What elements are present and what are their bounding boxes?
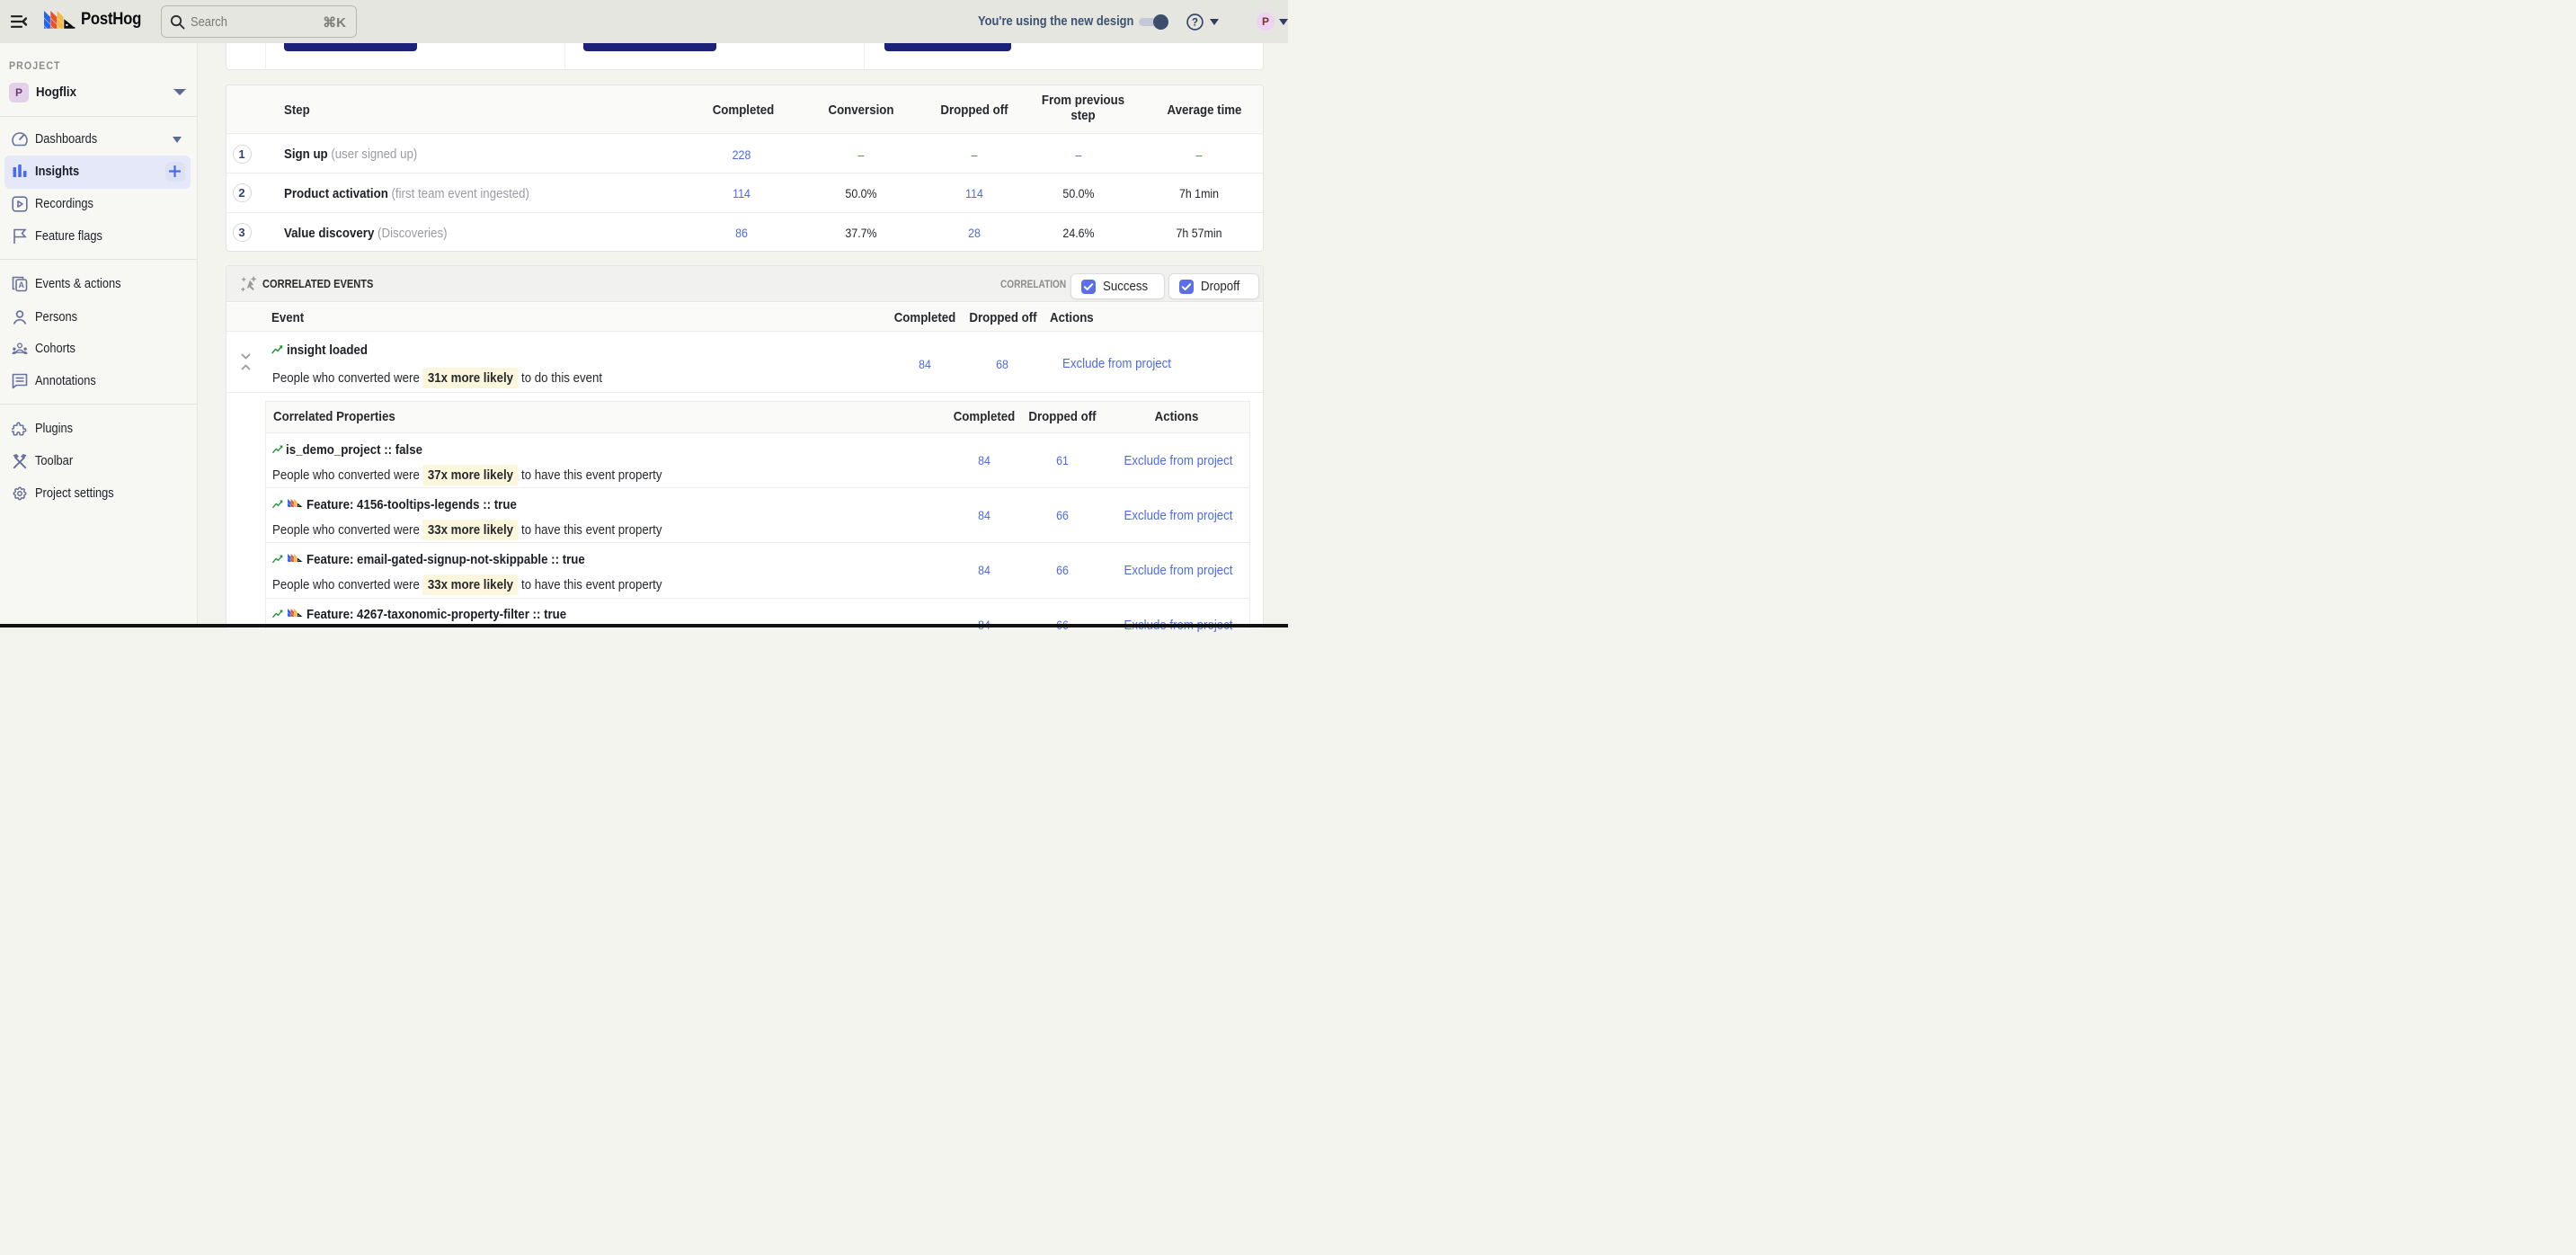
svg-text:A: A — [18, 280, 24, 289]
svg-text:?: ? — [1192, 17, 1198, 28]
